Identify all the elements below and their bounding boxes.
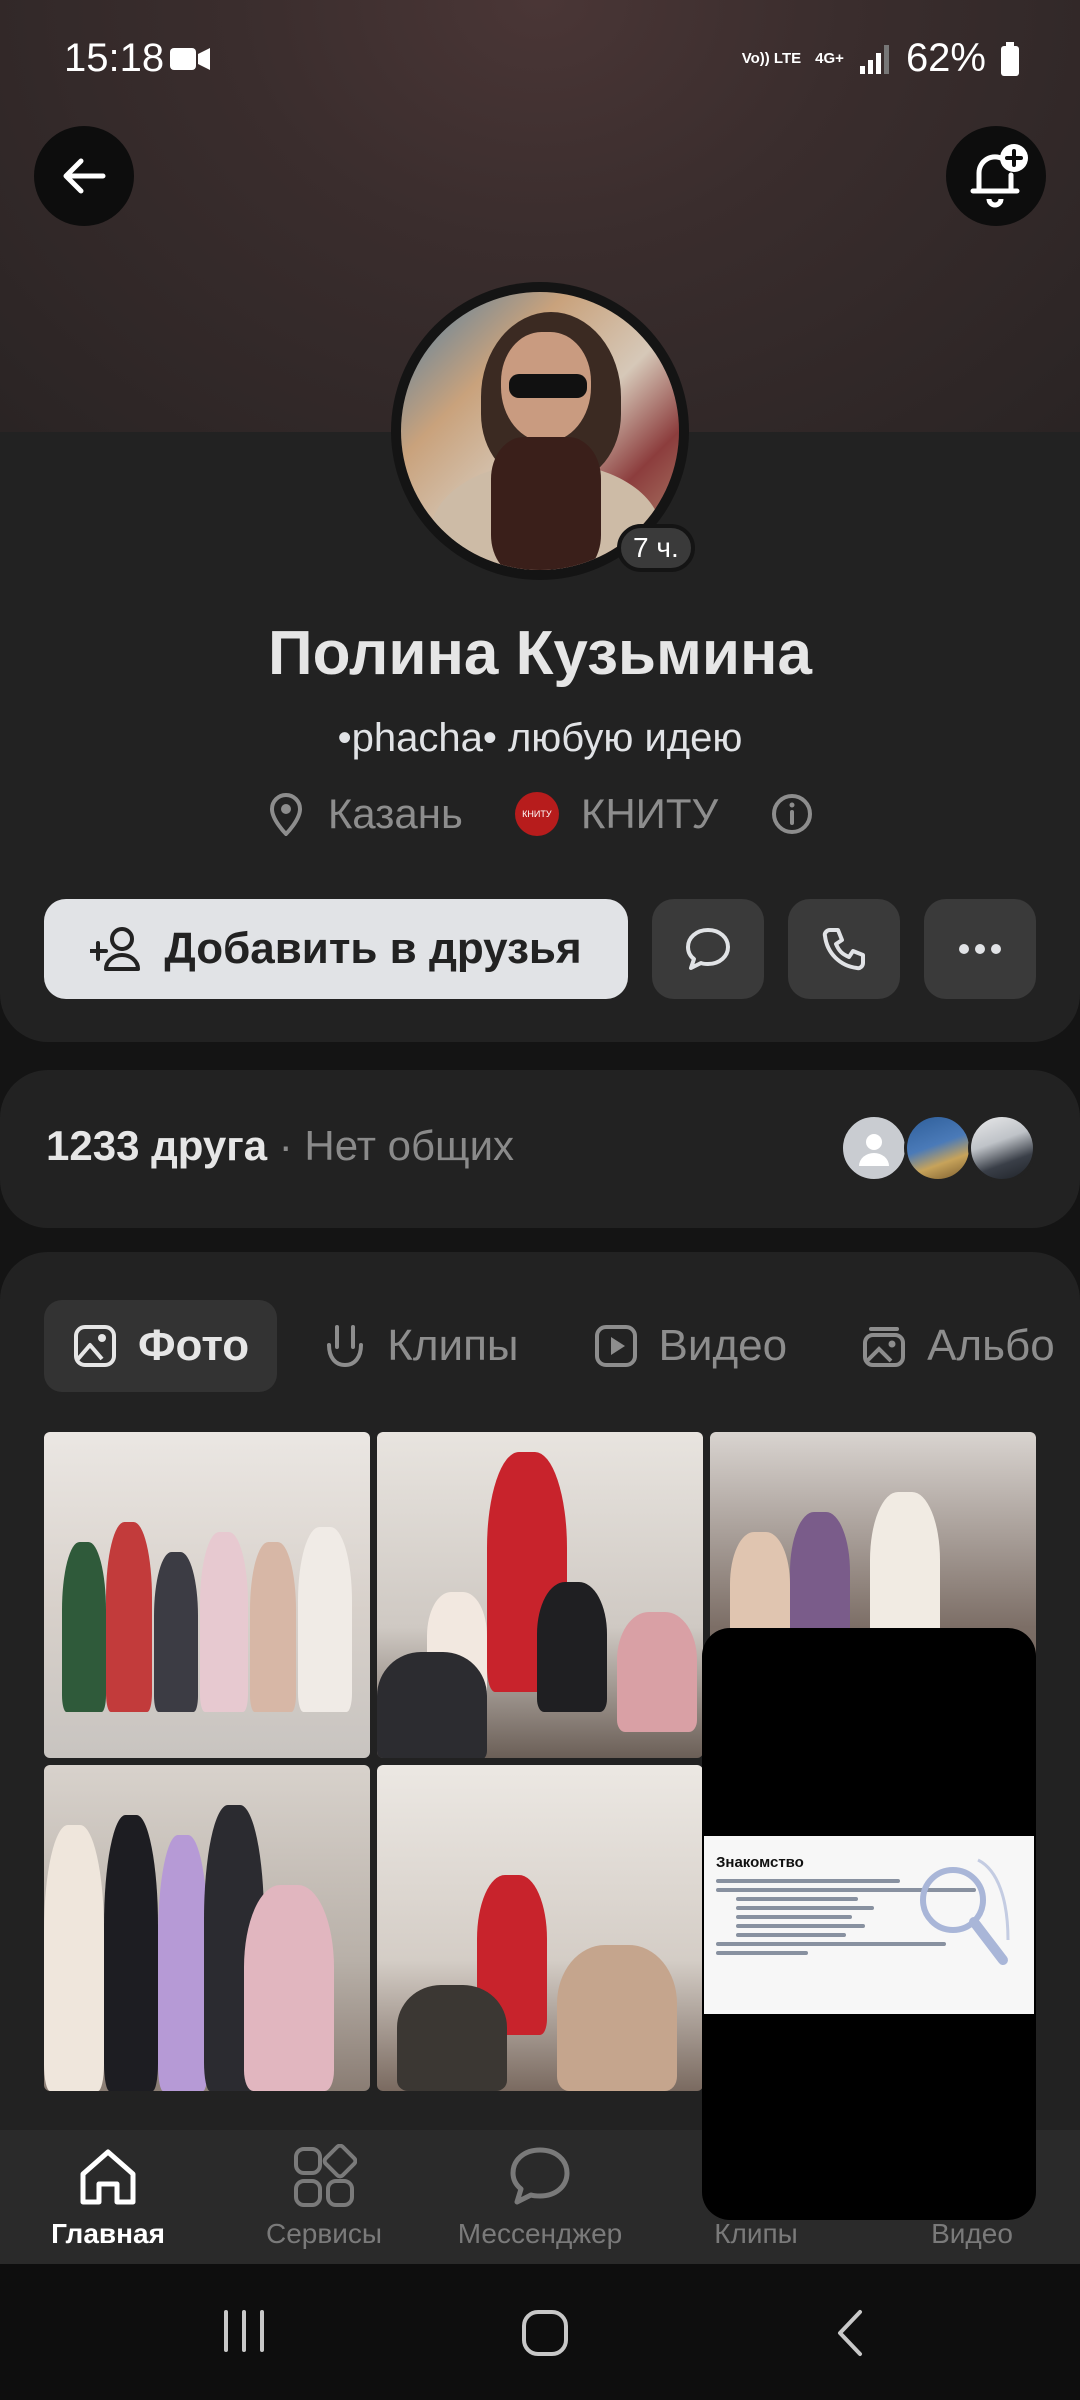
system-navigation-bar [0,2264,1080,2400]
nav-home[interactable]: Главная [0,2144,216,2264]
phone-icon [822,928,865,971]
friend-avatar [968,1114,1036,1182]
tab-videos-label: Видео [658,1321,788,1370]
tab-albums-label: Альбо [927,1321,1055,1370]
call-button[interactable] [788,899,900,999]
friends-count: 1233 друга [46,1122,268,1169]
messenger-icon [510,2147,570,2205]
battery-percent: 62% [905,36,986,80]
profile-status: •phacha• любую идею [337,716,743,760]
status-bar: 15:18 Vo)) LTE 4G+ 62% [0,0,1080,120]
nav-messenger-label: Мессенджер [457,2218,623,2249]
home-system-icon[interactable] [520,2308,570,2358]
nav-home-label: Главная [51,2218,165,2249]
arrow-left-icon [63,158,106,194]
chat-bubble-icon [686,928,730,970]
services-icon [294,2144,357,2207]
media-tabs: Фото Клипы Видео Альбо [44,1300,1080,1394]
signal-icon [859,44,889,74]
video-slide: Знакомство [704,1836,1034,2014]
friends-card[interactable]: 1233 друга · Нет общих [0,1070,1080,1228]
online-time-badge: 7 ч. [617,524,695,572]
tab-clips[interactable]: Клипы [295,1300,546,1392]
friends-common: · Нет общих [267,1122,515,1169]
nav-video-label: Видео [931,2218,1013,2249]
more-button[interactable] [924,899,1036,999]
image-icon [74,1325,116,1367]
volte-icon: Vo)) LTE [741,49,802,67]
photo-thumbnail[interactable] [377,1765,703,2091]
profile-info-row: Казань КНИТУ КНИТУ [0,790,1080,838]
profile-city[interactable]: Казань [328,790,463,838]
home-icon [80,2149,136,2205]
add-user-icon [90,927,141,971]
tab-videos[interactable]: Видео [565,1300,816,1392]
photo-thumbnail[interactable] [44,1765,370,2091]
user-placeholder-icon [859,1134,889,1166]
back-system-icon[interactable] [830,2308,870,2358]
video-player-overlay[interactable]: Знакомство [702,1628,1036,2220]
nav-services[interactable]: Сервисы [216,2144,432,2264]
photo-thumbnail[interactable] [377,1432,703,1758]
video-camera-icon [170,48,210,70]
nav-messenger[interactable]: Мессенджер [432,2144,648,2264]
add-friend-label: Добавить в друзья [164,924,582,973]
location-pin-icon [269,793,302,836]
photo-thumbnail[interactable] [44,1432,370,1758]
tab-photos-label: Фото [138,1321,250,1370]
profile-name: Полина Кузьмина [268,619,812,688]
friend-avatar [840,1114,908,1182]
clip-icon [327,1325,364,1368]
nav-clips-label: Клипы [714,2218,798,2249]
4g-icon: 4G+ [815,49,844,67]
bell-plus-icon [970,144,1028,208]
info-icon[interactable] [770,792,814,836]
status-right: Vo)) LTE 4G+ 62% [742,36,1020,81]
back-button[interactable] [34,126,134,226]
add-friend-button[interactable]: Добавить в друзья [44,899,628,999]
status-time: 15:18 [64,36,165,80]
friend-avatar [904,1114,972,1182]
tab-photos[interactable]: Фото [44,1300,278,1392]
friends-summary: 1233 друга · Нет общих [46,1122,514,1170]
battery-icon [1001,41,1019,76]
university-logo: КНИТУ [514,792,559,836]
more-dots-icon [959,944,1001,954]
profile-university[interactable]: КНИТУ [581,790,718,838]
notifications-button[interactable] [946,126,1046,226]
tab-albums[interactable]: Альбо [833,1300,1080,1392]
magnifier-illustration-icon [920,1858,1010,1965]
recent-apps-icon[interactable] [222,2308,268,2354]
tab-clips-label: Клипы [387,1321,519,1370]
message-button[interactable] [652,899,764,999]
play-icon [594,1325,637,1367]
nav-services-label: Сервисы [265,2218,382,2249]
album-icon [863,1327,906,1367]
